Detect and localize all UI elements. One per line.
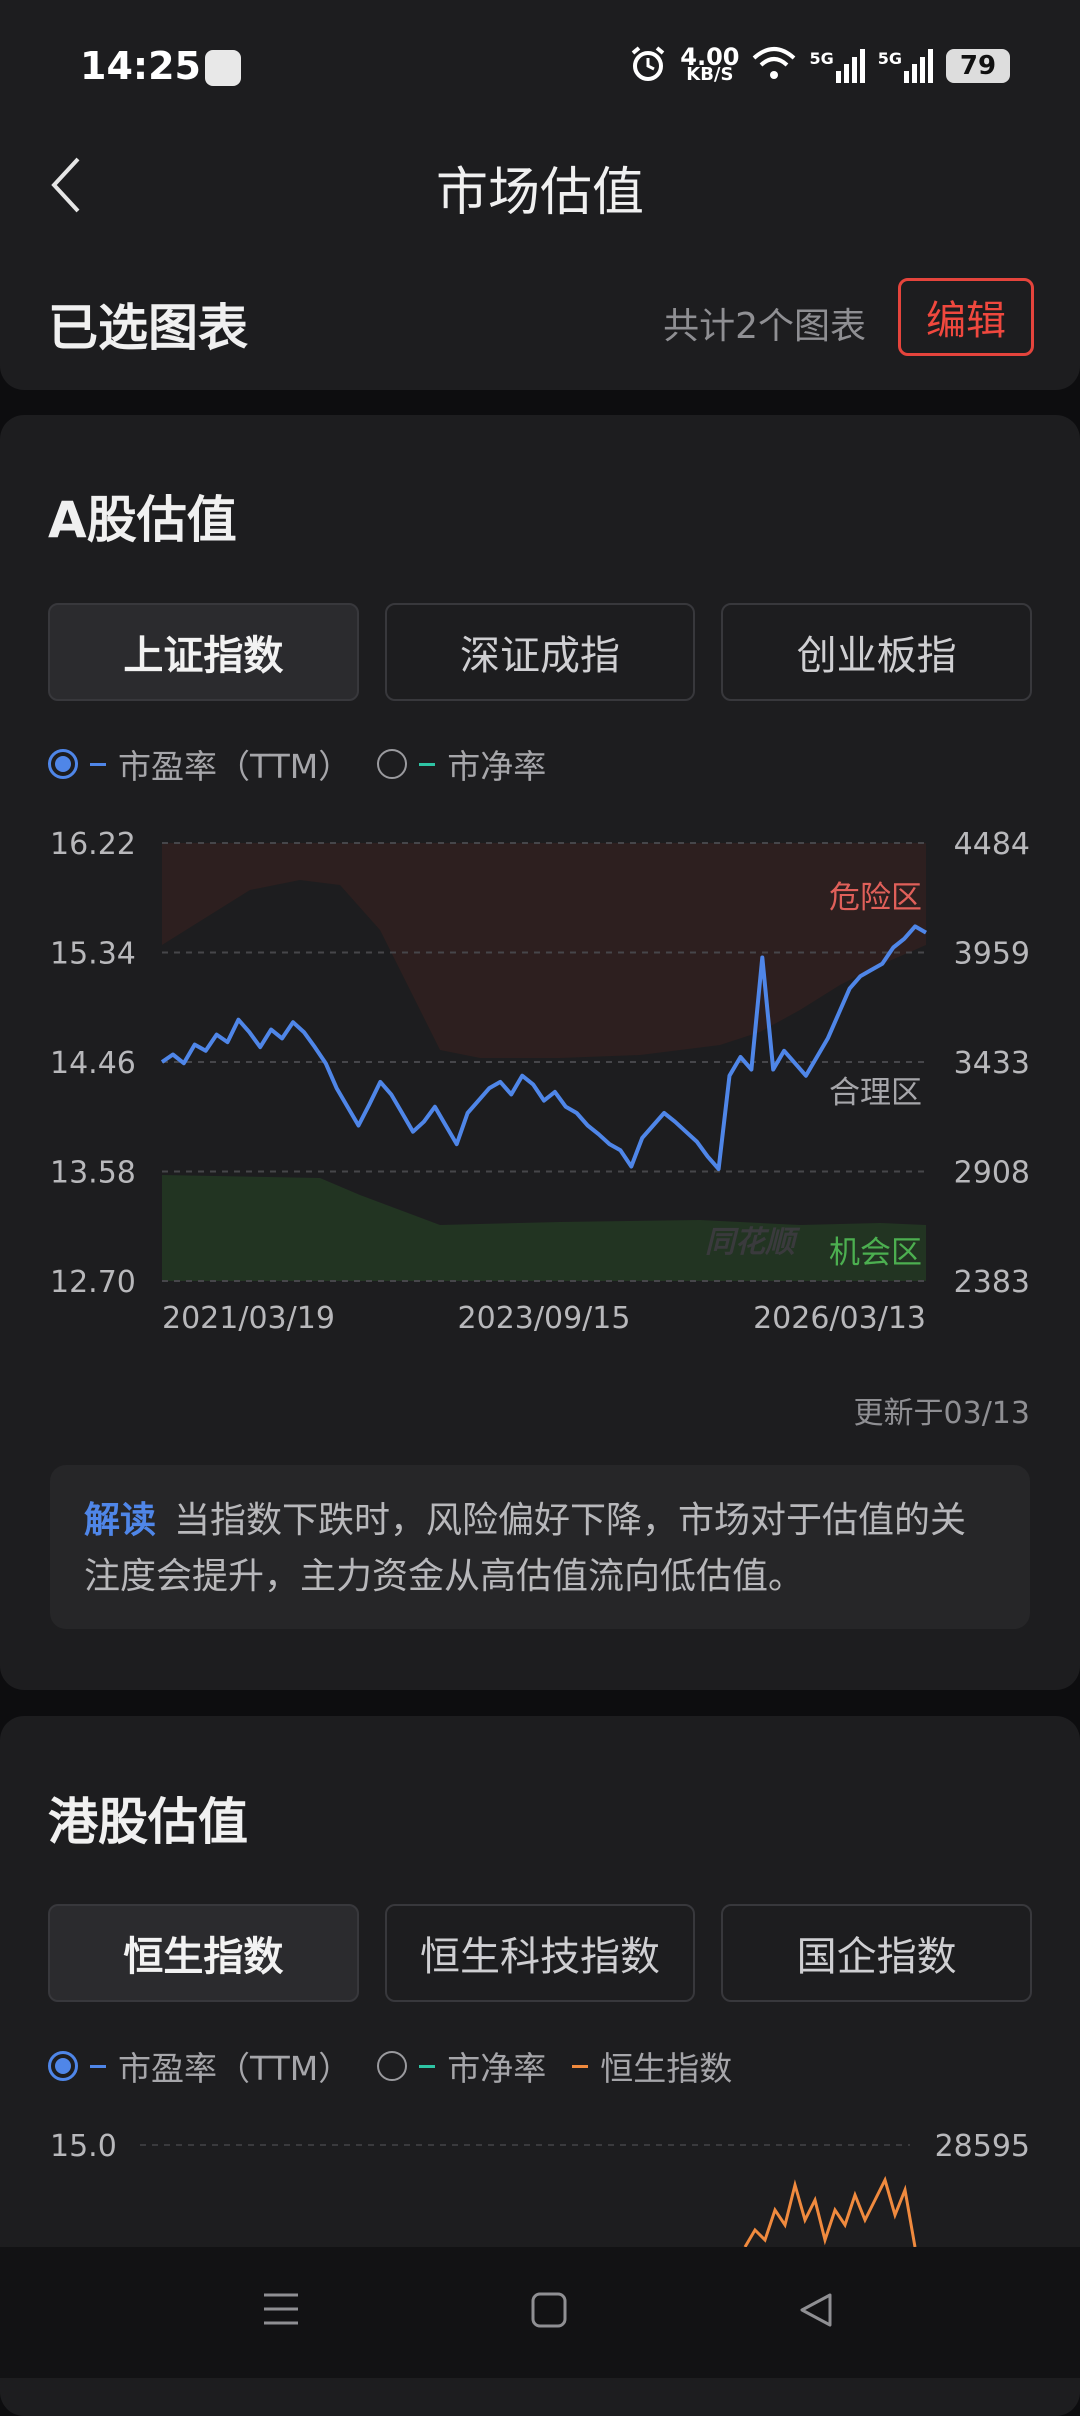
a-share-tabs: 上证指数 深证成指 创业板指 xyxy=(48,603,1033,701)
right-tick-label: 3959 xyxy=(954,937,1030,972)
left-tick-label: 14.46 xyxy=(50,1046,136,1081)
series-dash xyxy=(572,2064,589,2068)
hk-share-title: 港股估值 xyxy=(48,1793,248,1851)
tab-hscei-index[interactable]: 国企指数 xyxy=(721,1904,1033,2002)
series-dash xyxy=(90,2064,106,2068)
hk-share-legend: 市盈率（TTM） 市净率 恒生指数 xyxy=(48,2042,732,2090)
selected-charts-title: 已选图表 xyxy=(48,299,248,357)
tab-shenzhen-index[interactable]: 深证成指 xyxy=(384,603,696,701)
legend-pe[interactable]: 市盈率（TTM） xyxy=(48,740,351,788)
right-tick-label: 4484 xyxy=(954,827,1030,862)
wifi-icon xyxy=(751,46,797,86)
update-time: 更新于03/13 xyxy=(853,1396,1030,1431)
signal-1-icon: 5G xyxy=(809,49,865,83)
legend-pb[interactable]: 市净率 xyxy=(377,740,546,788)
zone-label-chance: 机会区 xyxy=(829,1235,922,1271)
left-tick-label: 16.22 xyxy=(50,827,136,862)
left-tick-label: 15.34 xyxy=(50,937,136,972)
back-triangle-icon[interactable] xyxy=(796,2291,834,2333)
menu-icon[interactable] xyxy=(262,2291,300,2331)
interpretation-tag: 解读 xyxy=(84,1500,157,1541)
radio-selected-icon xyxy=(48,749,78,779)
radio-selected-icon xyxy=(48,2051,78,2081)
a-share-title: A股估值 xyxy=(48,491,237,549)
hk-share-tabs: 恒生指数 恒生科技指数 国企指数 xyxy=(48,1904,1033,2002)
status-icons: 4.00 KB/S 5G 5G 79 xyxy=(628,44,1010,88)
x-tick-label: 2021/03/19 xyxy=(162,1301,335,1336)
home-icon[interactable] xyxy=(530,2291,568,2333)
right-tick-label: 2383 xyxy=(954,1265,1030,1300)
x-tick-label: 2026/03/13 xyxy=(753,1301,926,1336)
legend-pb[interactable]: 市净率 xyxy=(377,2042,546,2090)
hsi-series-line xyxy=(743,2175,917,2247)
interpretation-box: 解读 当指数下跌时，风险偏好下降，市场对于估值的关注度会提升，主力资金从高估值流向… xyxy=(50,1465,1030,1629)
x-tick-label: 2023/09/15 xyxy=(458,1301,631,1336)
edit-button[interactable]: 编辑 xyxy=(898,278,1034,356)
watermark: 同花顺 xyxy=(705,1225,801,1260)
zone-label-fair: 合理区 xyxy=(829,1075,922,1111)
left-tick-label: 15.0 xyxy=(50,2129,117,2164)
series-dash xyxy=(90,762,106,766)
a-share-valuation-chart: 16.22 15.34 14.46 13.58 12.70 4484 3959 3433 29… xyxy=(50,827,1030,1336)
net-speed: 4.00 KB/S xyxy=(680,43,740,85)
zone-label-danger: 危险区 xyxy=(829,880,922,916)
series-dash xyxy=(419,2064,436,2068)
legend-hsi[interactable]: 恒生指数 xyxy=(572,2042,732,2090)
left-tick-label: 13.58 xyxy=(50,1156,136,1191)
radio-unselected-icon xyxy=(377,749,408,779)
right-tick-label: 28595 xyxy=(935,2129,1030,2164)
right-tick-label: 3433 xyxy=(954,1046,1030,1081)
clock-app-icon xyxy=(205,50,241,86)
tab-shanghai-index[interactable]: 上证指数 xyxy=(48,603,359,701)
system-nav-bar xyxy=(0,2247,1080,2378)
page-title: 市场估值 xyxy=(435,163,644,223)
right-tick-label: 2908 xyxy=(954,1156,1030,1191)
a-share-legend: 市盈率（TTM） 市净率 xyxy=(48,740,546,788)
signal-2-icon: 5G xyxy=(878,49,934,83)
tab-hang-seng-index[interactable]: 恒生指数 xyxy=(48,1904,359,2002)
battery-indicator: 79 xyxy=(946,49,1010,83)
interpretation-text: 当指数下跌时，风险偏好下降，市场对于估值的关注度会提升，主力资金从高估值流向低估… xyxy=(84,1500,967,1597)
chart-count: 共计2个图表 xyxy=(663,306,866,347)
hk-valuation-chart: 15.0 28595 xyxy=(50,2129,1030,2247)
radio-unselected-icon xyxy=(377,2051,408,2081)
alarm-icon xyxy=(628,44,668,88)
tab-hang-seng-tech-index[interactable]: 恒生科技指数 xyxy=(384,1904,696,2002)
left-tick-label: 12.70 xyxy=(50,1265,136,1300)
series-dash xyxy=(419,762,436,766)
status-time: 14:25 xyxy=(80,44,201,88)
tab-chinext-index[interactable]: 创业板指 xyxy=(721,603,1033,701)
legend-pe[interactable]: 市盈率（TTM） xyxy=(48,2042,351,2090)
